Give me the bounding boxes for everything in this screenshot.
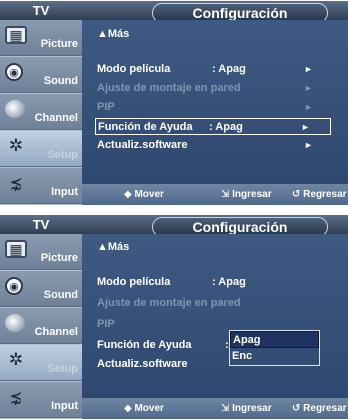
sidebar-item-setup[interactable]: ✲ Setup (0, 131, 82, 167)
sound-icon: ◉ (5, 277, 23, 295)
row-label: Función de Ayuda (98, 121, 193, 133)
sidebar-item-label: Setup (47, 363, 78, 375)
hint-bar: ◆ Mover ⇲ Ingresar ↺ Regresar (82, 398, 348, 419)
sidebar-item-picture[interactable]: ▦ Picture (0, 20, 82, 56)
sidebar: ▦ Picture ◉ Sound Channel ✲ Setup ⋨ Inpu… (0, 234, 82, 419)
move-hint: ◆ Mover (124, 189, 164, 200)
dropdown-option-enc[interactable]: Enc (230, 348, 319, 365)
row-label: PIP (97, 318, 115, 330)
sidebar-item-label: Picture (40, 38, 78, 50)
row-label: Función de Ayuda (97, 339, 192, 351)
more-up-item[interactable]: ▲Más (97, 26, 129, 43)
sidebar-item-label: Input (51, 400, 78, 412)
menu-row-pip: PIP ► (97, 99, 333, 116)
channel-icon (5, 100, 25, 118)
enter-hint: ⇲ Ingresar (221, 189, 272, 200)
sidebar-item-channel[interactable]: Channel (0, 308, 82, 344)
row-value: : Apag (209, 121, 243, 133)
more-up-item[interactable]: ▲Más (97, 239, 129, 256)
arrow-right-icon: ► (301, 122, 310, 132)
row-label: Ajuste de montaje en pared (97, 297, 241, 309)
menu-row-modo-pelicula[interactable]: Modo película : Apag (97, 274, 333, 291)
row-label: Ajuste de montaje en pared (97, 82, 241, 94)
top-bar: TV Configuración (0, 215, 348, 237)
row-value: : Apag (212, 276, 246, 288)
sidebar-item-label: Input (51, 186, 78, 198)
sidebar-item-sound[interactable]: ◉ Sound (0, 57, 82, 93)
sound-icon: ◉ (5, 63, 23, 81)
setup-icon: ✲ (8, 350, 24, 369)
sidebar-item-label: Channel (34, 326, 78, 338)
setup-icon: ✲ (8, 136, 24, 155)
sidebar-item-label: Sound (43, 289, 78, 301)
move-hint: ◆ Mover (124, 403, 164, 414)
osd-menu-screen-2: TV Configuración ▦ Picture ◉ Sound Chann… (0, 215, 348, 419)
sidebar-item-label: Setup (47, 149, 78, 161)
picture-icon: ▦ (5, 240, 27, 258)
return-hint: ↺ Regresar (292, 403, 347, 414)
input-icon: ⋨ (9, 175, 23, 192)
picture-icon: ▦ (5, 26, 27, 44)
arrow-right-icon: ► (304, 102, 313, 112)
sidebar-item-channel[interactable]: Channel (0, 94, 82, 130)
osd-menu-screen-1: TV Configuración ▦ Picture ◉ Sound Chann… (0, 1, 348, 205)
sidebar-item-label: Sound (43, 75, 78, 87)
menu-row-ajuste-montaje: Ajuste de montaje en pared (97, 295, 333, 312)
menu-content: ▲Más Modo película : Apag ► Ajuste de mo… (82, 20, 348, 184)
sidebar-item-input[interactable]: ⋨ Input (0, 168, 82, 204)
hint-bar: ◆ Mover ⇲ Ingresar ↺ Regresar (82, 184, 348, 205)
return-hint: ↺ Regresar (292, 189, 347, 200)
tv-label: TV (32, 217, 50, 232)
menu-content: ▲Más Modo película : Apag Ajuste de mont… (82, 234, 348, 398)
tv-label: TV (32, 3, 50, 18)
sidebar-item-picture[interactable]: ▦ Picture (0, 234, 82, 270)
sidebar-item-label: Channel (34, 112, 78, 124)
menu-row-actualiz-software[interactable]: Actualiz.software ► (97, 137, 333, 154)
input-icon: ⋨ (9, 389, 23, 406)
row-label: Modo película (97, 276, 171, 288)
arrow-right-icon: ► (304, 83, 313, 93)
dropdown-option-apag[interactable]: Apag (230, 331, 319, 348)
sidebar-item-input[interactable]: ⋨ Input (0, 382, 82, 418)
menu-row-ajuste-montaje: Ajuste de montaje en pared ► (97, 80, 333, 97)
row-label: Actualiz.software (97, 358, 188, 370)
row-label: PIP (97, 101, 115, 113)
sidebar-item-sound[interactable]: ◉ Sound (0, 271, 82, 307)
enter-hint: ⇲ Ingresar (221, 403, 272, 414)
help-function-dropdown[interactable]: Apag Enc (229, 330, 320, 366)
arrow-right-icon: ► (304, 140, 313, 150)
row-label: Modo película (97, 63, 171, 75)
channel-icon (5, 314, 25, 332)
row-value: : Apag (212, 63, 246, 75)
menu-row-modo-pelicula[interactable]: Modo película : Apag ► (97, 61, 333, 78)
arrow-right-icon: ► (304, 64, 313, 74)
sidebar-item-label: Picture (40, 252, 78, 264)
sidebar-item-setup[interactable]: ✲ Setup (0, 345, 82, 381)
top-bar: TV Configuración (0, 1, 348, 23)
row-label: Actualiz.software (97, 139, 188, 151)
sidebar: ▦ Picture ◉ Sound Channel ✲ Setup ⋨ Inpu… (0, 20, 82, 205)
menu-row-funcion-ayuda[interactable]: Función de Ayuda : Apag ► (95, 118, 331, 135)
